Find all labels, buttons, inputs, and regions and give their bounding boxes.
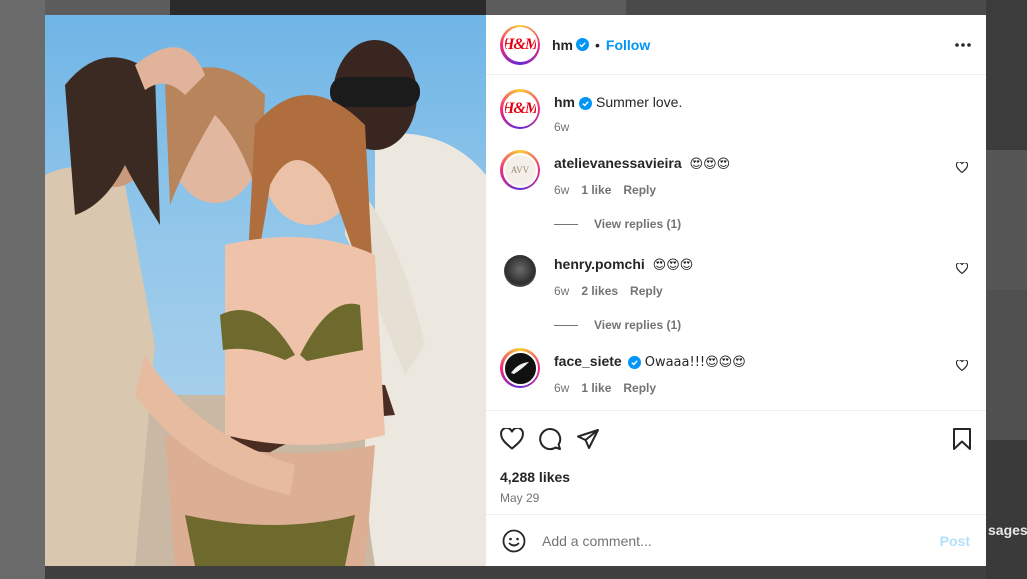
hm-logo: H&M (502, 100, 538, 117)
comment-likes[interactable]: 2 likes (581, 284, 618, 298)
comment-bubble-icon[interactable] (538, 427, 562, 451)
reply-button[interactable]: Reply (623, 183, 656, 197)
background-feed-tile (986, 290, 1027, 440)
post-comment-button[interactable]: Post (940, 533, 970, 549)
paper-plane-icon[interactable] (576, 428, 600, 450)
comment-input[interactable] (542, 532, 940, 549)
commenter-avatar[interactable] (500, 348, 540, 388)
verified-badge-icon (627, 356, 641, 369)
comment-username[interactable]: face_siete (554, 353, 622, 369)
comment-like-heart-icon[interactable] (955, 261, 969, 279)
comment-age: 6w (554, 183, 570, 197)
post-side-panel: H&M hm • Follow H&M hm Summer love. 6w A… (486, 15, 986, 566)
view-replies-button[interactable]: View replies (1) (554, 318, 970, 332)
view-replies-button[interactable]: View replies (1) (554, 217, 970, 231)
comment-likes[interactable]: 1 like (581, 183, 611, 197)
background-feed-tile (45, 566, 986, 579)
comment-age: 6w (554, 381, 570, 395)
author-avatar[interactable]: H&M (500, 24, 540, 65)
heart-icon[interactable] (500, 428, 524, 450)
post-header: H&M hm • Follow (486, 15, 986, 75)
background-messages-label[interactable]: sages (988, 522, 1027, 538)
more-options-icon[interactable] (954, 42, 972, 48)
background-feed-tile (170, 0, 486, 15)
avv-logo: AVV (510, 165, 530, 175)
post-photo[interactable] (45, 15, 486, 566)
comment-item: AVV atelievanessavieira 😍😍😍 6w 1 like Re… (500, 150, 970, 197)
bookmark-icon[interactable] (952, 428, 972, 450)
comments-list: H&M hm Summer love. 6w AVV atelievanessa… (486, 75, 986, 410)
reply-button[interactable]: Reply (623, 381, 656, 395)
post-photo-illustration (45, 40, 486, 566)
comment-item: henry.pomchi 😍😍😍 6w 2 likes Reply (500, 251, 970, 298)
comment-item: face_siete Owaaa!!!😍😍😍 6w 1 like Reply (500, 348, 970, 395)
comment-username[interactable]: atelievanessavieira (554, 155, 682, 171)
view-replies-label: View replies (1) (594, 318, 682, 332)
comment-text: 😍😍😍 (652, 258, 694, 273)
caption: H&M hm Summer love. 6w (500, 89, 970, 134)
background-feed-tile (986, 0, 1027, 150)
background-feed-tile (0, 0, 45, 579)
caption-username[interactable]: hm (554, 94, 575, 110)
smiley-icon[interactable] (502, 529, 526, 553)
caption-age: 6w (554, 120, 570, 134)
comment-text: Owaaa!!!😍😍😍 (644, 355, 746, 370)
comment-like-heart-icon[interactable] (955, 358, 969, 376)
post-modal: H&M hm • Follow H&M hm Summer love. 6w A… (45, 15, 986, 566)
comment-age: 6w (554, 284, 570, 298)
verified-badge-icon (576, 38, 589, 51)
author-username[interactable]: hm (552, 37, 573, 53)
view-replies-label: View replies (1) (594, 217, 682, 231)
verified-badge-icon (579, 97, 592, 110)
comment-username[interactable]: henry.pomchi (554, 256, 645, 272)
caption-author-avatar[interactable]: H&M (500, 89, 540, 129)
post-actions: 4,288 likes May 29 (486, 410, 986, 514)
hm-logo: H&M (502, 35, 538, 53)
background-feed-tile (626, 0, 986, 15)
follow-button[interactable]: Follow (606, 37, 650, 53)
comment-like-heart-icon[interactable] (955, 160, 969, 178)
comment-likes[interactable]: 1 like (581, 381, 611, 395)
add-comment-bar: Post (486, 514, 986, 566)
post-date[interactable]: May 29 (500, 491, 972, 505)
background-feed-tile (986, 440, 1027, 579)
caption-text: Summer love. (596, 94, 683, 110)
like-count[interactable]: 4,288 likes (500, 469, 972, 485)
commenter-avatar[interactable]: AVV (500, 150, 540, 190)
background-feed-tile (986, 150, 1027, 290)
reply-button[interactable]: Reply (630, 284, 663, 298)
header-separator: • (595, 36, 600, 53)
comment-text: 😍😍😍 (689, 157, 731, 172)
commenter-avatar[interactable] (504, 255, 536, 287)
